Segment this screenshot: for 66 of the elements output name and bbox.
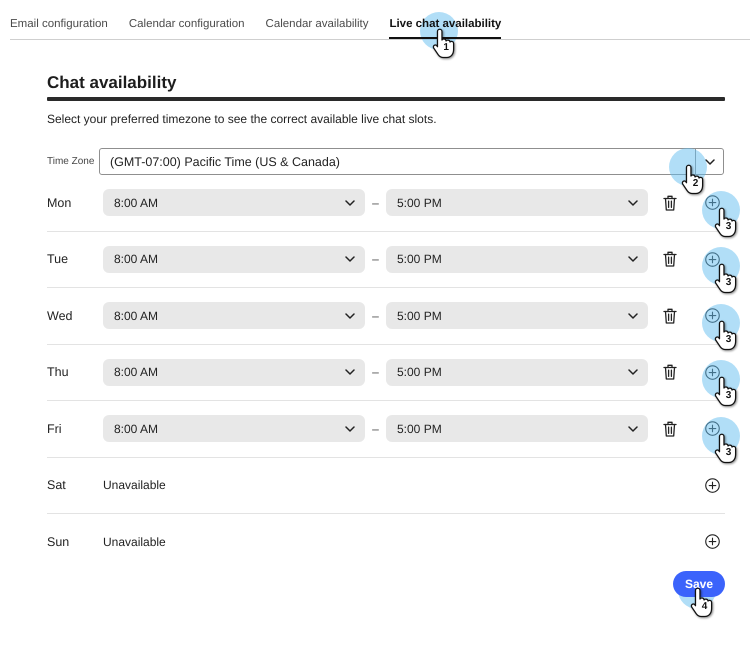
day-label: Fri (47, 422, 63, 436)
trash-icon[interactable] (663, 308, 677, 324)
chevron-down-icon (345, 312, 355, 319)
availability-status: Unavailable (103, 534, 166, 549)
range-dash: – (371, 422, 380, 436)
end-time-select[interactable]: 5:00 PM (386, 189, 648, 216)
hand-cursor-icon (688, 586, 715, 618)
description-text: Select your preferred timezone to see the correct available live chat slots. (47, 112, 438, 126)
day-label: Wed (47, 308, 74, 323)
trash-icon[interactable] (663, 420, 677, 437)
hand-cursor-icon (713, 263, 739, 294)
chevron-down-icon (345, 256, 355, 262)
hand-cursor-icon (713, 206, 739, 238)
chevron-down-icon (628, 312, 638, 319)
section-heading: Chat availability (47, 72, 176, 94)
day-label: Thu (47, 365, 70, 380)
step-number: 1 (442, 42, 450, 54)
chevron-down-icon (345, 200, 355, 206)
hand-cursor-icon (430, 28, 457, 59)
end-time-select[interactable]: 5:00 PM (386, 246, 648, 273)
hand-cursor-icon (680, 164, 706, 195)
timezone-select[interactable]: (GMT-07:00) Pacific Time (US & Canada) (99, 148, 724, 175)
range-dash: – (371, 308, 380, 323)
plus-circle-icon[interactable] (705, 534, 720, 550)
step-number: 3 (724, 220, 732, 233)
range-dash: – (371, 252, 380, 266)
tab[interactable]: Calendar availability (266, 0, 368, 39)
hand-cursor-icon (713, 376, 739, 408)
step-number: 3 (724, 390, 732, 402)
end-time-select[interactable]: 5:00 PM (386, 302, 648, 330)
end-time-select[interactable]: 5:00 PM (386, 415, 648, 442)
availability-status: Unavailable (103, 478, 166, 492)
trash-icon[interactable] (663, 251, 677, 268)
day-label: Sun (47, 534, 70, 549)
start-time-select[interactable]: 8:00 AM (103, 358, 365, 386)
start-time-select[interactable]: 8:00 AM (103, 189, 365, 216)
start-time-select[interactable]: 8:00 AM (103, 246, 365, 273)
hand-cursor-icon (713, 432, 739, 464)
step-number: 3 (724, 334, 732, 346)
chevron-down-icon (628, 200, 638, 206)
range-dash: – (371, 365, 380, 380)
step-number: 2 (692, 178, 700, 190)
hand-cursor-icon (713, 320, 739, 351)
start-time-select[interactable]: 8:00 AM (103, 302, 365, 330)
chevron-down-icon (628, 369, 638, 376)
chevron-down-icon (628, 426, 638, 432)
range-dash: – (371, 196, 380, 210)
chevron-down-icon (345, 426, 355, 432)
save-button[interactable]: Save (672, 570, 725, 596)
plus-circle-icon[interactable] (705, 478, 720, 493)
day-label: Tue (47, 252, 70, 266)
step-number: 4 (700, 600, 708, 612)
chevron-down-icon (704, 158, 714, 164)
trash-icon[interactable] (663, 194, 677, 211)
step-number: 3 (724, 446, 732, 459)
start-time-select[interactable]: 8:00 AM (103, 415, 365, 442)
chevron-down-icon (345, 369, 355, 376)
step-number: 3 (724, 277, 732, 290)
chevron-down-icon (628, 256, 638, 262)
tab[interactable]: Calendar configuration (128, 0, 245, 39)
end-time-select[interactable]: 5:00 PM (386, 358, 648, 386)
day-label: Sat (47, 478, 67, 492)
trash-icon[interactable] (663, 364, 677, 380)
day-label: Mon (47, 196, 72, 210)
field-label: Time Zone (47, 156, 96, 167)
tab[interactable]: Email configuration (10, 0, 108, 39)
